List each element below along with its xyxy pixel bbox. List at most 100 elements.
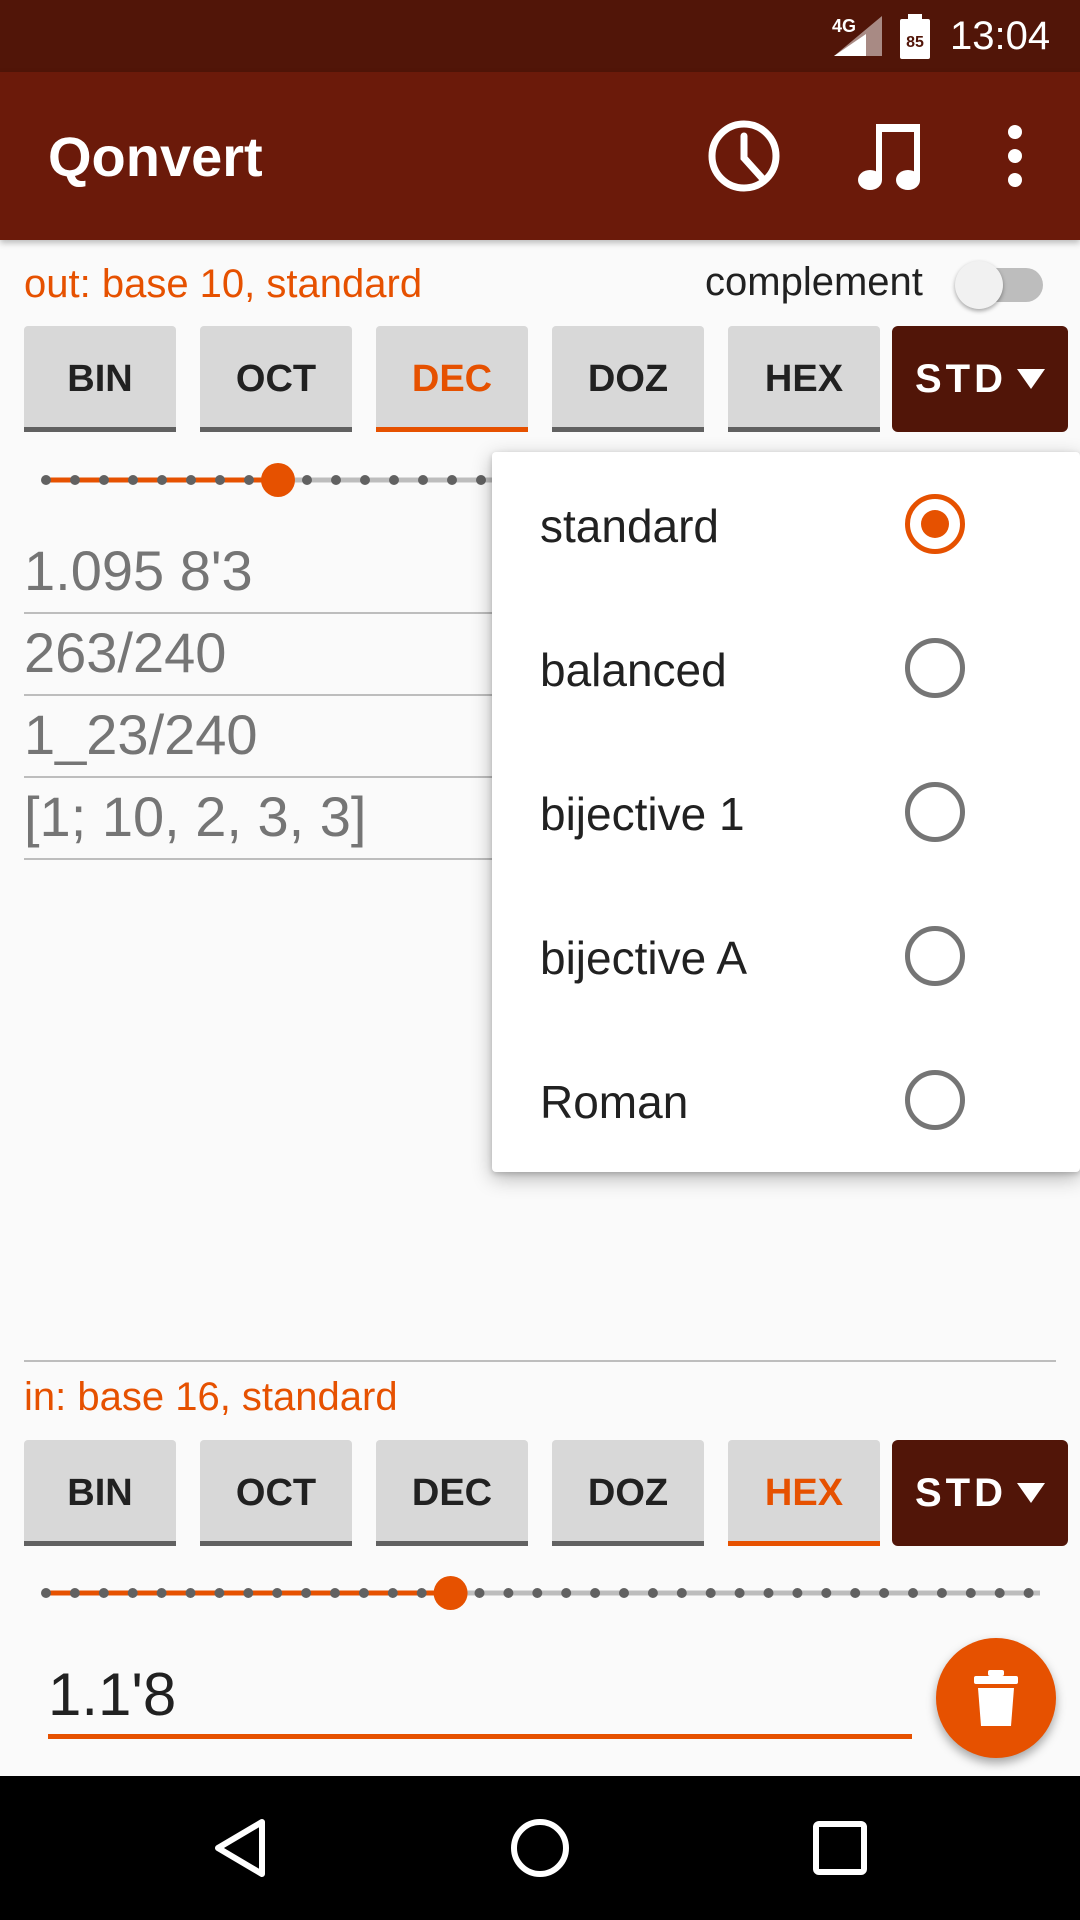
slider-tick [418,475,428,485]
slider-tick [503,1588,514,1598]
slider-tick [156,1588,167,1598]
input-slider-track [41,1576,1040,1610]
in-base-hex-button[interactable]: HEX [728,1440,880,1546]
slider-tick [41,1588,51,1598]
result-decimal: 1.095 8'3 [24,532,504,614]
slider-tick [70,475,80,485]
dropdown-arrow-icon [1017,369,1045,389]
out-base-bin-button[interactable]: BIN [24,326,176,432]
radio-checked-icon[interactable] [905,494,965,554]
slider-tick [821,1588,832,1598]
slider-tick [447,475,457,485]
slider-thumb[interactable] [433,1576,468,1610]
slider-tick [908,1588,918,1598]
slider-tick [619,1588,629,1598]
out-base-hex-button[interactable]: HEX [728,326,880,432]
slider-tick [301,1588,312,1598]
menu-option-bijective-a[interactable]: bijective A [492,884,1080,1028]
slider-tick [302,475,312,485]
number-input[interactable]: 1.1'8 [48,1660,912,1740]
slider-tick [330,1588,340,1598]
slider-tick [474,1588,485,1598]
slider-tick [99,475,109,485]
out-base-oct-button[interactable]: OCT [200,326,352,432]
slider-tick [389,475,399,485]
home-icon[interactable] [508,1816,572,1880]
slider-tick [186,475,196,485]
app-bar: Qonvert [0,72,1080,240]
option-label: bijective A [540,932,748,984]
input-precision-slider[interactable] [40,1573,1040,1613]
slider-tick [69,1588,80,1598]
complement-switch[interactable] [955,258,1047,309]
in-base-oct-button[interactable]: OCT [200,1440,352,1546]
music-icon[interactable] [850,116,930,196]
in-base-doz-button[interactable]: DOZ [552,1440,704,1546]
slider-tick [243,1588,254,1598]
option-label: Roman [540,1076,689,1128]
input-base-row: BIN OCT DEC DOZ HEX STD [0,1440,1080,1550]
option-label: bijective 1 [540,788,745,840]
radio-unchecked-icon[interactable] [905,638,965,698]
radio-unchecked-icon[interactable] [905,926,965,986]
slider-tick [157,475,167,485]
slider-tick [360,475,370,485]
slider-tick [215,475,225,485]
input-underline [48,1734,912,1739]
slider-tick [532,1588,543,1598]
in-system-label: STD [915,1470,1007,1515]
switch-thumb [955,261,1003,309]
battery-icon: 85 [900,14,930,59]
slider-tick [387,1588,398,1598]
clock: 13:04 [950,14,1051,58]
output-base-row: BIN OCT DEC DOZ HEX STD [0,326,1080,436]
dropdown-arrow-icon [1017,1483,1045,1503]
slider-thumb[interactable] [261,463,295,497]
slider-tick [41,475,51,485]
back-icon[interactable] [210,1816,274,1880]
input-label: in: base 16, standard [24,1375,398,1419]
slider-tick [561,1588,572,1598]
option-label: standard [540,500,720,552]
recent-apps-icon[interactable] [808,1816,872,1880]
slider-tick [647,1588,658,1598]
in-system-dropdown[interactable]: STD [892,1440,1068,1546]
signal-icon: 4G [832,16,882,56]
slider-tick [590,1588,601,1598]
radio-unchecked-icon[interactable] [905,782,965,842]
option-label: balanced [540,644,727,696]
slider-tick [792,1588,803,1598]
complement-label: complement [705,260,923,304]
slider-tick [128,475,138,485]
svg-text:4G: 4G [832,16,856,36]
status-bar: 4G 85 13:04 [0,0,1080,72]
menu-option-balanced[interactable]: balanced [492,596,1080,740]
slider-tick [127,1588,138,1598]
slider-tick [879,1588,890,1598]
slider-tick [214,1588,225,1598]
in-base-bin-button[interactable]: BIN [24,1440,176,1546]
radio-unchecked-icon[interactable] [905,1070,965,1130]
app-title: Qonvert [48,125,263,188]
out-base-dec-button[interactable]: DEC [376,326,528,432]
menu-option-bijective-1[interactable]: bijective 1 [492,740,1080,884]
result-continued-fraction: [1; 10, 2, 3, 3] [24,778,504,860]
out-base-doz-button[interactable]: DOZ [552,326,704,432]
slider-tick [965,1588,976,1598]
in-base-dec-button[interactable]: DEC [376,1440,528,1546]
clear-button[interactable] [936,1638,1056,1758]
more-vert-icon[interactable] [975,116,1055,196]
navigation-bar [0,1776,1080,1920]
result-mixed: 1_23/240 [24,696,504,778]
result-fraction: 263/240 [24,614,504,696]
menu-option-roman[interactable]: Roman [492,1028,1080,1172]
slider-tick [244,475,254,485]
slider-tick [185,1588,196,1598]
menu-option-standard[interactable]: standard [492,452,1080,596]
history-icon[interactable] [704,116,784,196]
out-system-dropdown[interactable]: STD [892,326,1068,432]
slider-tick [850,1588,861,1598]
output-label: out: base 10, standard [24,262,423,306]
slider-tick [734,1588,745,1598]
slider-tick [705,1588,716,1598]
